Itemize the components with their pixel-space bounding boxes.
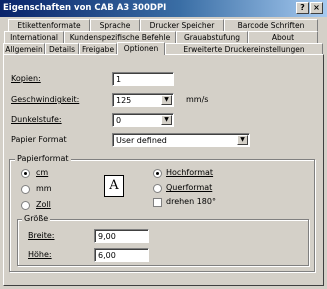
tab-drucker-speicher[interactable]: Drucker Speicher xyxy=(140,19,224,31)
title-bar: Eigenschaften von CAB A3 300DPI ? × xyxy=(0,0,327,17)
papierformat-legend: Papierformat xyxy=(15,154,71,163)
unit-mm-radio[interactable] xyxy=(21,185,30,194)
tab-international[interactable]: International xyxy=(4,31,64,43)
groesse-group xyxy=(17,219,309,266)
hochformat-radio[interactable] xyxy=(153,169,162,178)
groesse-legend: Größe xyxy=(22,214,51,223)
printer-properties-window: Eigenschaften von CAB A3 300DPI ? × Etik… xyxy=(0,0,327,289)
dunkelstufe-select[interactable]: 0 ▼ xyxy=(112,113,174,127)
kopien-input[interactable]: 1 xyxy=(112,72,174,86)
unit-zoll-label: Zoll xyxy=(36,200,51,209)
window-title: Eigenschaften von CAB A3 300DPI xyxy=(3,3,167,13)
dunkelstufe-value: 0 xyxy=(116,116,122,125)
tab-sprache[interactable]: Sprache xyxy=(90,19,140,31)
chevron-down-icon[interactable]: ▼ xyxy=(161,115,172,125)
chevron-down-icon[interactable]: ▼ xyxy=(237,135,248,145)
unit-cm-radio[interactable] xyxy=(21,169,30,178)
tab-barcode-schriften[interactable]: Barcode Schriften xyxy=(224,19,318,31)
unit-zoll-radio[interactable] xyxy=(21,201,30,210)
papier-format-label: Papier Format xyxy=(11,135,67,144)
querformat-radio[interactable] xyxy=(153,184,162,193)
tab-about[interactable]: About xyxy=(248,31,318,43)
drehen-checkbox[interactable] xyxy=(153,198,162,207)
geschwindigkeit-value: 125 xyxy=(116,96,132,105)
tab-optionen[interactable]: Optionen xyxy=(117,42,165,55)
geschwindigkeit-label: Geschwindigkeit: xyxy=(11,95,80,104)
querformat-label: Querformat xyxy=(166,183,213,192)
drehen-label: drehen 180° xyxy=(166,197,216,206)
unit-cm-label: cm xyxy=(36,168,49,177)
unit-mm-label: mm xyxy=(36,184,52,193)
orientation-preview-icon: A xyxy=(104,175,124,197)
dunkelstufe-label: Dunkelstufe: xyxy=(11,115,62,124)
help-button[interactable]: ? xyxy=(296,2,309,14)
tab-grauabstufung[interactable]: Grauabstufung xyxy=(176,31,248,43)
papier-format-select[interactable]: User defined ▼ xyxy=(112,133,250,147)
hoehe-input[interactable]: 6,00 xyxy=(94,248,149,262)
kopien-label: Kopien: xyxy=(11,74,41,83)
geschwindigkeit-unit: mm/s xyxy=(186,95,209,104)
breite-input[interactable]: 9,00 xyxy=(94,229,149,243)
hoehe-label: Höhe: xyxy=(28,250,52,259)
tab-etikettenformate[interactable]: Etikettenformate xyxy=(8,19,90,31)
papier-format-value: User defined xyxy=(116,136,167,145)
close-button[interactable]: × xyxy=(310,2,323,14)
hochformat-label: Hochformat xyxy=(166,168,214,177)
breite-label: Breite: xyxy=(28,231,55,240)
chevron-down-icon[interactable]: ▼ xyxy=(161,95,172,105)
geschwindigkeit-select[interactable]: 125 ▼ xyxy=(112,93,174,107)
